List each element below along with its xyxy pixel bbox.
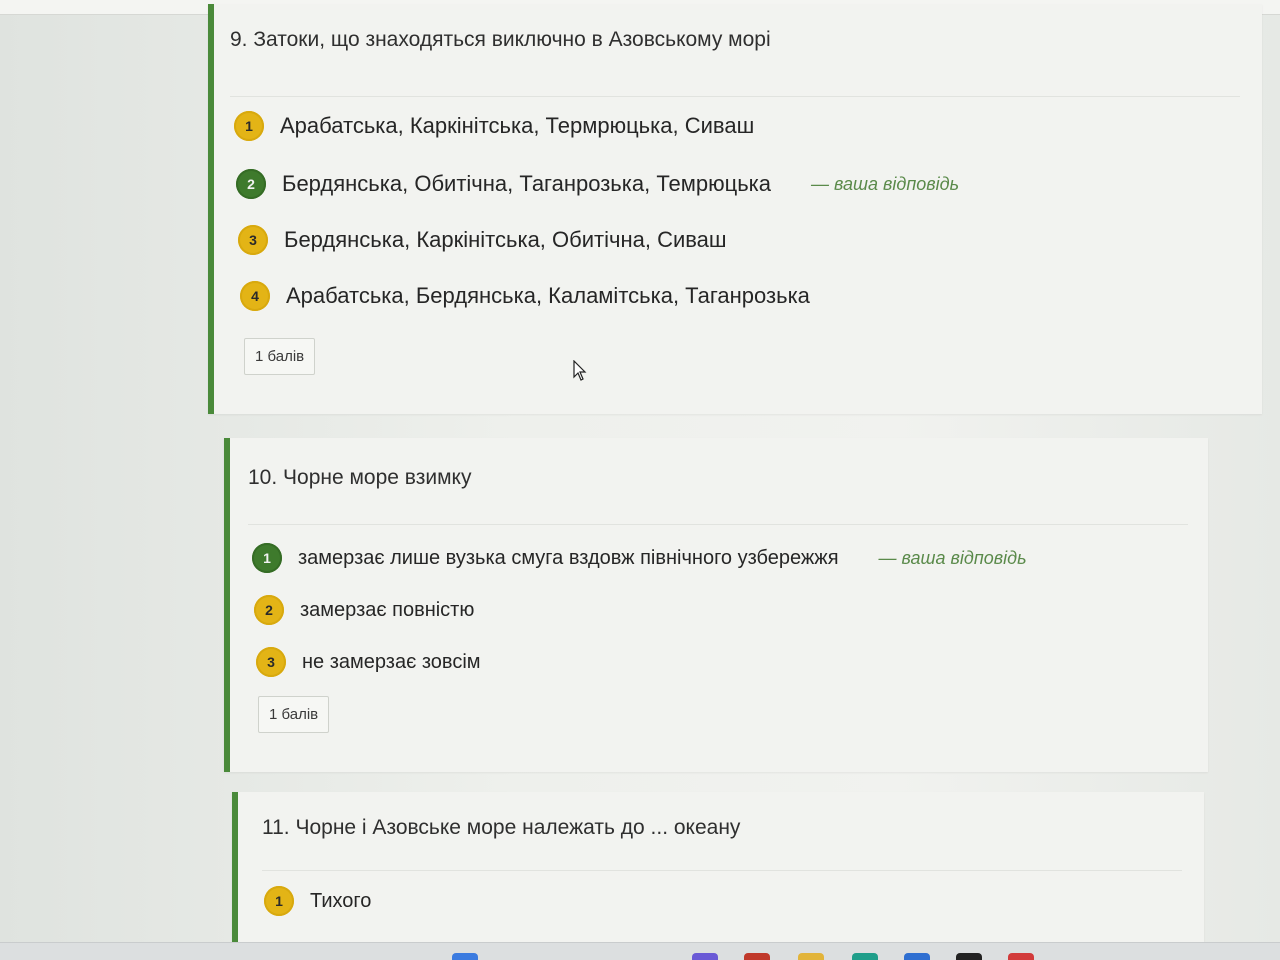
option-text: Арабатська, Каркінітська, Термрюцька, Си… <box>280 113 755 138</box>
option-text: не замерзає зовсім <box>302 650 481 673</box>
folder-icon[interactable] <box>798 953 824 960</box>
store-icon[interactable] <box>744 953 770 960</box>
option-text: Бердянська, Обитічна, Таганрозька, Темрю… <box>282 171 772 196</box>
option-1[interactable]: 1 Тихого <box>264 886 371 916</box>
question-title: 10. Чорне море взимку <box>248 466 472 489</box>
app-icon[interactable] <box>956 953 982 960</box>
mouse-pointer-icon <box>573 360 587 381</box>
quiz-results-page: 9. Затоки, що знаходяться виключно в Азо… <box>0 0 1280 960</box>
question-divider <box>262 870 1182 871</box>
your-answer-label: — ваша відповідь <box>811 173 960 194</box>
option-number-badge: 2 <box>236 169 266 199</box>
option-number-badge: 1 <box>264 886 294 916</box>
option-number-badge: 2 <box>254 595 284 625</box>
option-1-selected[interactable]: 1 замерзає лише вузька смуга вздовж півн… <box>252 543 1027 573</box>
option-number-badge: 3 <box>256 647 286 677</box>
taskbar <box>0 942 1280 960</box>
option-number-badge: 1 <box>234 111 264 141</box>
option-number-badge: 3 <box>238 225 268 255</box>
browser-icon[interactable] <box>452 953 478 960</box>
question-card-11: 11. Чорне і Азовське море належать до ..… <box>232 792 1204 942</box>
question-card-10: 10. Чорне море взимку 1 замерзає лише ву… <box>224 438 1208 772</box>
points-badge: 1 балів <box>258 696 330 733</box>
question-title: 11. Чорне і Азовське море належать до ..… <box>262 816 741 839</box>
option-3[interactable]: 3 не замерзає зовсім <box>256 647 481 677</box>
option-text: Арабатська, Бердянська, Каламітська, Таг… <box>286 283 810 308</box>
option-1[interactable]: 1 Арабатська, Каркінітська, Термрюцька, … <box>234 111 754 141</box>
question-card-9: 9. Затоки, що знаходяться виключно в Азо… <box>208 4 1262 414</box>
option-text: замерзає повністю <box>300 598 475 621</box>
question-title: 9. Затоки, що знаходяться виключно в Азо… <box>230 28 771 51</box>
option-text: Тихого <box>310 889 372 912</box>
mail-icon[interactable] <box>692 953 718 960</box>
your-answer-label: — ваша відповідь <box>878 547 1027 568</box>
option-2[interactable]: 2 замерзає повністю <box>254 595 474 625</box>
question-divider <box>230 96 1240 97</box>
option-number-badge: 4 <box>240 281 270 311</box>
option-3[interactable]: 3 Бердянська, Каркінітська, Обитічна, Си… <box>238 225 727 255</box>
question-divider <box>248 524 1188 525</box>
edge-icon[interactable] <box>852 953 878 960</box>
option-text: Бердянська, Каркінітська, Обитічна, Сива… <box>284 227 727 252</box>
chrome-icon[interactable] <box>904 953 930 960</box>
option-2-selected[interactable]: 2 Бердянська, Обитічна, Таганрозька, Тем… <box>236 169 959 199</box>
points-badge: 1 балів <box>244 338 316 375</box>
option-text: замерзає лише вузька смуга вздовж північ… <box>298 546 839 569</box>
opera-icon[interactable] <box>1008 953 1034 960</box>
option-4[interactable]: 4 Арабатська, Бердянська, Каламітська, Т… <box>240 281 810 311</box>
option-number-badge: 1 <box>252 543 282 573</box>
